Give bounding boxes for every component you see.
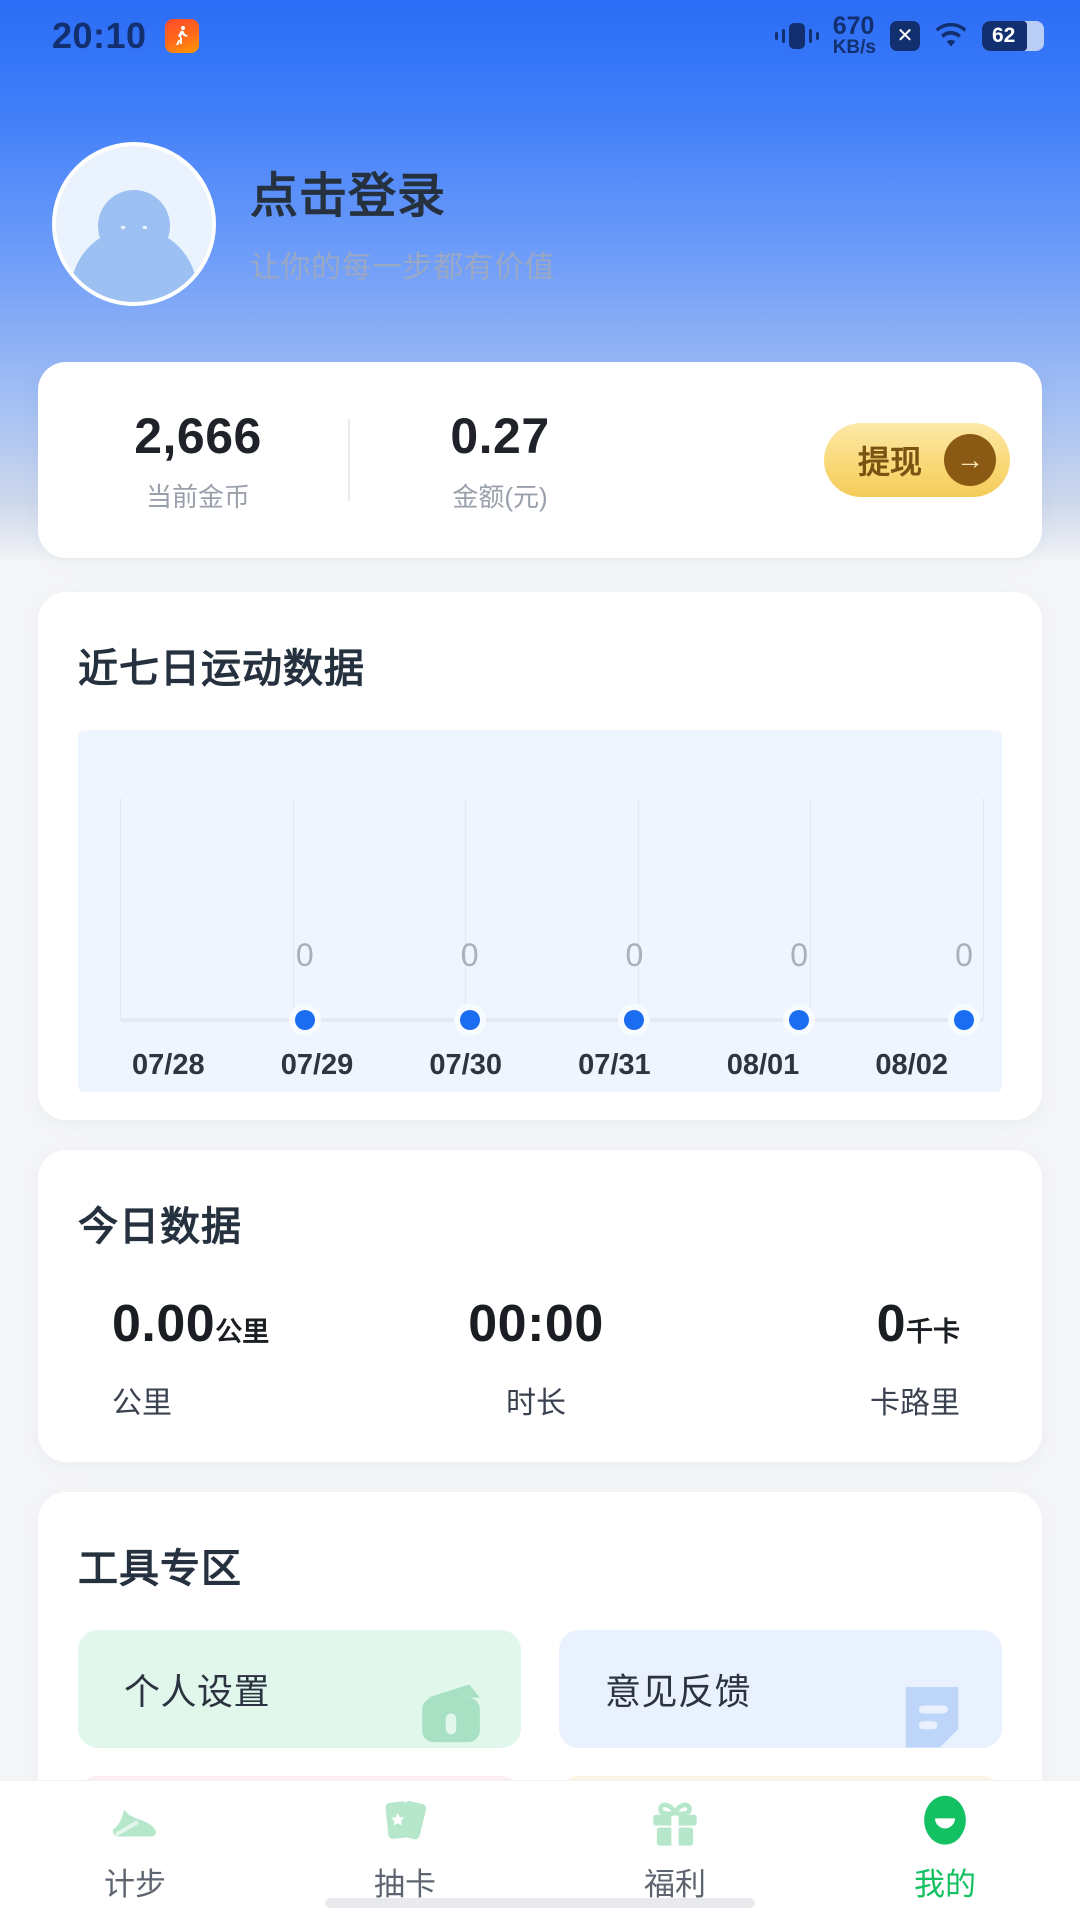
profile-header[interactable]: 点击登录 让你的每一步都有价值 [52, 142, 555, 306]
chart-gridlines [120, 798, 984, 1020]
chart-x-label: 07/28 [94, 1049, 243, 1082]
status-time: 20:10 [52, 15, 147, 57]
weekly-chart-title: 近七日运动数据 [78, 636, 1002, 694]
home-indicator [325, 1898, 755, 1908]
coins-value: 2,666 [48, 407, 348, 465]
coins-label: 当前金币 [48, 477, 348, 514]
chart-point [624, 1010, 644, 1030]
today-calories-label: 卡路里 [677, 1378, 960, 1422]
login-subtitle: 让你的每一步都有价值 [250, 242, 555, 286]
battery-level: 62 [982, 24, 1015, 48]
money-stat[interactable]: 0.27 金额(元) [350, 407, 650, 514]
cards-icon [376, 1793, 434, 1851]
today-calories-value: 0 [877, 1295, 906, 1353]
gift-icon [646, 1793, 704, 1851]
nav-label: 计步 [104, 1859, 166, 1904]
chart-x-label: 07/30 [391, 1049, 540, 1082]
withdraw-label: 提现 [858, 437, 922, 483]
battery-indicator: 62 [982, 21, 1044, 51]
today-duration-label: 时长 [395, 1378, 678, 1422]
settings-card-icon [409, 1674, 493, 1748]
weekly-chart-card: 近七日运动数据 0 0 0 0 0 0 [38, 592, 1042, 1120]
withdraw-button[interactable]: 提现 → [824, 423, 1010, 497]
chart-point [789, 1010, 809, 1030]
profile-icon [916, 1793, 974, 1851]
nav-item-mine[interactable]: 我的 [810, 1793, 1080, 1904]
today-distance-value: 0.00 [112, 1295, 215, 1353]
today-data-card: 今日数据 0.00公里 公里 00:00 时长 0千卡 卡路里 [38, 1150, 1042, 1462]
weekly-chart-plot: 0 0 0 0 0 07/28 07/29 07/30 07/31 08/01 [78, 730, 1002, 1092]
wallet-card: 2,666 当前金币 0.27 金额(元) 提现 → [38, 362, 1042, 558]
chart-point [460, 1010, 480, 1030]
chart-value-label: 0 [614, 937, 654, 974]
network-speed-value: 670 [833, 15, 876, 39]
chart-x-axis-labels: 07/28 07/29 07/30 07/31 08/01 08/02 [80, 1049, 1000, 1082]
login-title[interactable]: 点击登录 [250, 156, 555, 226]
tools-title: 工具专区 [78, 1536, 1002, 1594]
coins-stat[interactable]: 2,666 当前金币 [48, 407, 348, 514]
status-bar-right: 670 KB/s ✕ 62 [775, 15, 1044, 57]
vibrate-icon [775, 23, 819, 49]
profile-text-block: 点击登录 让你的每一步都有价值 [250, 156, 555, 292]
chart-point [954, 1010, 974, 1030]
arrow-right-icon: → [944, 434, 996, 486]
feedback-note-icon [890, 1674, 974, 1748]
tool-label: 意见反馈 [605, 1663, 751, 1715]
chart-value-label: 0 [944, 937, 984, 974]
today-stat-calories: 0千卡 卡路里 [677, 1294, 1002, 1422]
walking-person-icon [165, 19, 199, 53]
app-screen: 20:10 670 KB/s ✕ [0, 0, 1080, 1920]
chart-point [295, 1010, 315, 1030]
money-label: 金额(元) [350, 477, 650, 514]
chart-value-label [120, 937, 160, 974]
status-bar: 20:10 670 KB/s ✕ [0, 0, 1080, 72]
today-stat-distance: 0.00公里 公里 [78, 1294, 395, 1422]
chart-value-label: 0 [450, 937, 490, 974]
tool-feedback[interactable]: 意见反馈 [559, 1630, 1002, 1748]
today-data-title: 今日数据 [78, 1194, 1002, 1252]
nav-item-benefits[interactable]: 福利 [540, 1793, 810, 1904]
wifi-icon [934, 23, 968, 49]
today-distance-label: 公里 [112, 1378, 395, 1422]
nav-label: 我的 [914, 1859, 976, 1904]
network-speed-unit: KB/s [833, 39, 876, 57]
x-close-icon: ✕ [890, 21, 920, 51]
chart-data-points [120, 1000, 984, 1040]
shoe-icon [106, 1793, 164, 1851]
chart-value-label: 0 [285, 937, 325, 974]
chart-x-label: 07/31 [540, 1049, 689, 1082]
today-duration-value: 00:00 [468, 1295, 604, 1353]
chart-x-label: 08/01 [689, 1049, 838, 1082]
chart-value-label: 0 [779, 937, 819, 974]
status-bar-left: 20:10 [52, 15, 199, 57]
tool-personal-settings[interactable]: 个人设置 [78, 1630, 521, 1748]
today-distance-unit: 公里 [215, 1317, 269, 1347]
bottom-navigation: 计步 抽卡 福利 我的 [0, 1780, 1080, 1920]
today-stat-duration: 00:00 时长 [395, 1294, 678, 1422]
network-speed: 670 KB/s [833, 15, 876, 57]
chart-x-label: 08/02 [837, 1049, 986, 1082]
today-stats-row: 0.00公里 公里 00:00 时长 0千卡 卡路里 [78, 1294, 1002, 1422]
nav-item-pedometer[interactable]: 计步 [0, 1793, 270, 1904]
money-value: 0.27 [350, 407, 650, 465]
chart-x-label: 07/29 [243, 1049, 392, 1082]
chart-value-labels: 0 0 0 0 0 [120, 937, 984, 974]
today-calories-unit: 千卡 [906, 1317, 960, 1347]
nav-item-draw-card[interactable]: 抽卡 [270, 1793, 540, 1904]
tool-label: 个人设置 [124, 1663, 270, 1715]
default-avatar-icon[interactable] [52, 142, 216, 306]
